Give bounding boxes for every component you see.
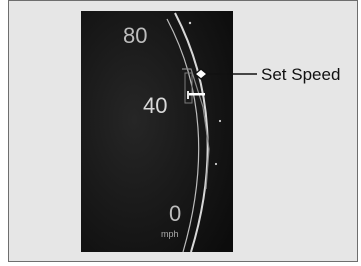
callout-pointer	[193, 68, 257, 80]
illustration-panel: 80 40 0 mph Set Speed	[8, 0, 358, 262]
set-speed-callout: Set Speed	[261, 65, 341, 84]
callout-marker-icon	[193, 68, 209, 80]
